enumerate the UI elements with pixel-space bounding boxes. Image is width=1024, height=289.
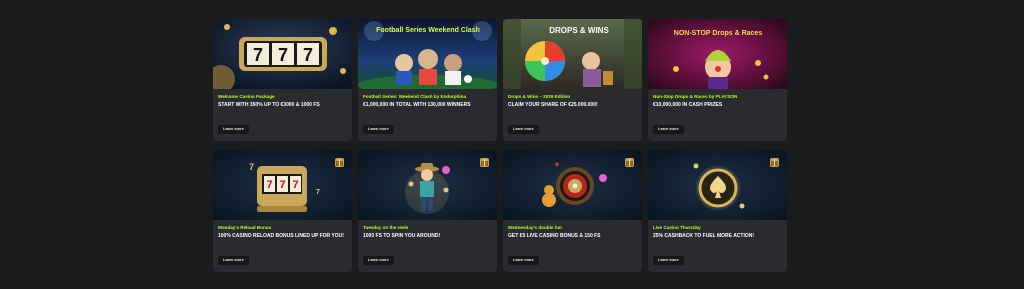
learn-more-button[interactable]: Learn more (653, 125, 684, 134)
gift-badge-icon (625, 158, 634, 167)
promo-title: START WITH 350% UP TO €3000 & 1000 FS (218, 102, 320, 108)
gift-badge-icon (335, 158, 344, 167)
promo-card-monday-reload[interactable]: 7 7 7 7 7 Monday's Reload Bonus 100% CAS… (213, 150, 352, 272)
learn-more-button[interactable]: Learn more (508, 125, 539, 134)
slot-machine-icon: 7 7 7 7 7 (213, 150, 352, 220)
svg-text:7: 7 (253, 45, 263, 65)
promo-card-non-stop[interactable]: NON-STOP Drops & Races Non-Stop Drops & … (648, 19, 787, 141)
learn-more-button[interactable]: Learn more (363, 256, 394, 265)
banner-text: Football Series Weekend Clash (376, 27, 480, 34)
promo-tag: Non-Stop Drops & Races by PLAYSON (653, 94, 738, 99)
svg-text:7: 7 (292, 179, 298, 191)
wheel-icon: DROPS & WINS (503, 19, 642, 89)
promotions-grid: 7 7 7 Welcome Casino Package START WITH … (213, 19, 787, 272)
promo-tag: Tuesday on the reels (363, 225, 409, 230)
learn-more-button[interactable]: Learn more (218, 125, 249, 134)
clown-icon: NON-STOP Drops & Races (648, 19, 787, 89)
promo-tag: Wednesday's double fun (508, 225, 562, 230)
learn-more-button[interactable]: Learn more (363, 125, 394, 134)
promo-banner[interactable]: NON-STOP Drops & Races (648, 19, 787, 89)
slot-777-icon: 7 7 7 (213, 19, 352, 89)
svg-text:7: 7 (266, 179, 272, 191)
promo-banner[interactable]: 7 7 7 7 7 (213, 150, 352, 220)
gift-badge-icon (480, 158, 489, 167)
promo-tag: Live Casino Thursday (653, 225, 701, 230)
promo-banner[interactable] (358, 150, 497, 220)
svg-text:7: 7 (249, 162, 254, 172)
banner-text: DROPS & WINS (549, 26, 609, 35)
promo-title: €1,000,000 IN TOTAL WITH 130,000 WINNERS (363, 102, 471, 108)
gift-badge-icon (770, 158, 779, 167)
promo-banner[interactable] (503, 150, 642, 220)
svg-text:7: 7 (279, 179, 285, 191)
learn-more-button[interactable]: Learn more (218, 256, 249, 265)
promo-title: 1000 FS TO SPIN YOU AROUND! (363, 233, 441, 239)
promo-banner[interactable]: 7 7 7 (213, 19, 352, 89)
promo-title: 100% CASINO RELOAD BONUS LINED UP FOR YO… (218, 233, 344, 239)
promo-title: €10,000,000 IN CASH PRIZES (653, 102, 723, 108)
promo-card-drops-wins[interactable]: DROPS & WINS Drops & Wins – 2026 Edition… (503, 19, 642, 141)
learn-more-button[interactable]: Learn more (653, 256, 684, 265)
promo-card-welcome[interactable]: 7 7 7 Welcome Casino Package START WITH … (213, 19, 352, 141)
svg-text:7: 7 (278, 45, 288, 65)
promo-tag: Football Series: Weekend Clash by Endorp… (363, 94, 467, 99)
promo-title: GET €5 LIVE CASINO BONUS & 150 FS (508, 233, 601, 239)
promo-tag: Monday's Reload Bonus (218, 225, 272, 230)
spade-chip-icon (648, 150, 787, 220)
promo-banner[interactable]: DROPS & WINS (503, 19, 642, 89)
learn-more-button[interactable]: Learn more (508, 256, 539, 265)
promo-banner[interactable]: Football Series Weekend Clash (358, 19, 497, 89)
promo-card-live-casino-thursday[interactable]: Live Casino Thursday 25% CASHBACK TO FUE… (648, 150, 787, 272)
roulette-icon (503, 150, 642, 220)
svg-text:7: 7 (303, 45, 313, 65)
promo-card-wednesday-fun[interactable]: Wednesday's double fun GET €5 LIVE CASIN… (503, 150, 642, 272)
promo-banner[interactable] (648, 150, 787, 220)
football-players-icon: Football Series Weekend Clash (358, 19, 497, 89)
promo-title: CLAIM YOUR SHARE OF €25.000.000! (508, 102, 598, 108)
cowboy-icon (358, 150, 497, 220)
banner-text: NON-STOP Drops & Races (674, 30, 763, 37)
svg-text:7: 7 (316, 189, 320, 196)
promo-tag: Welcome Casino Package (218, 94, 275, 99)
promo-tag: Drops & Wins – 2026 Edition (508, 94, 571, 99)
promo-title: 25% CASHBACK TO FUEL MORE ACTION! (653, 233, 755, 239)
promo-card-football-series[interactable]: Football Series Weekend Clash Football S… (358, 19, 497, 141)
promo-card-tuesday-reels[interactable]: Tuesday on the reels 1000 FS TO SPIN YOU… (358, 150, 497, 272)
